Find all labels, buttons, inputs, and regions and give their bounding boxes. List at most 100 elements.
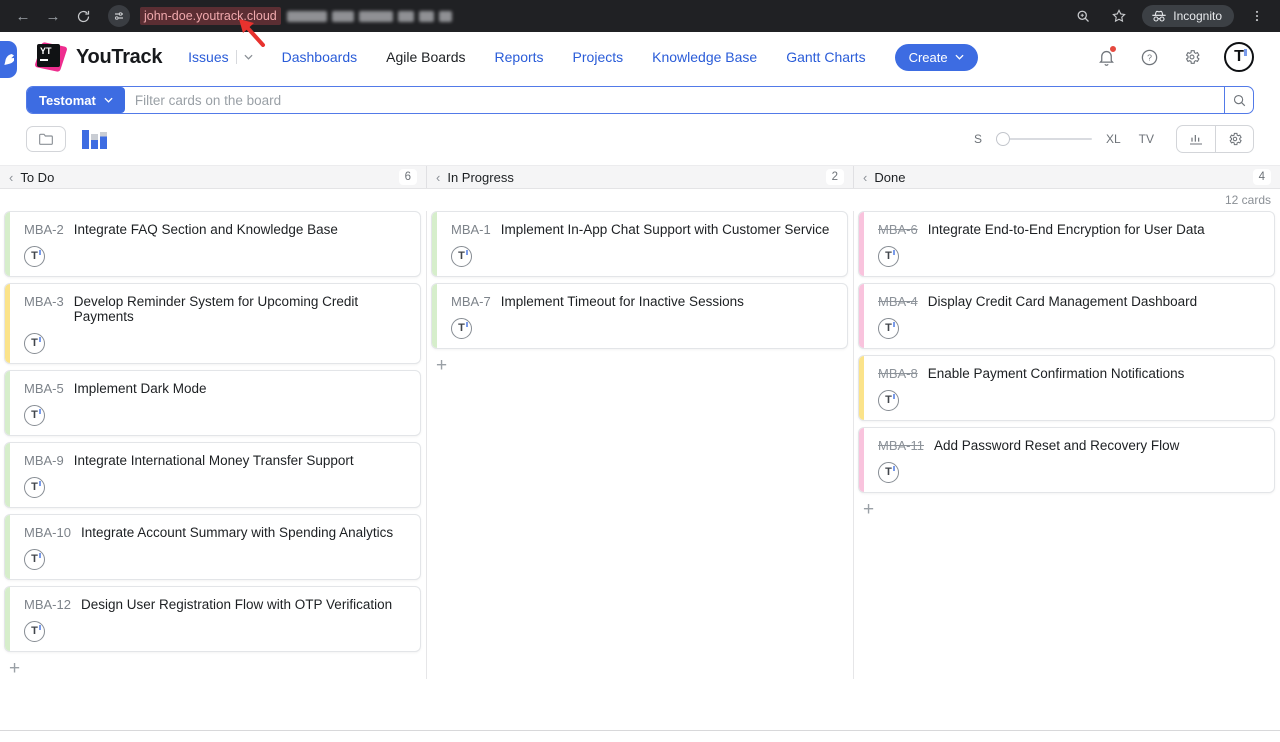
issue-title[interactable]: Implement In-App Chat Support with Custo…	[501, 222, 830, 237]
assignee-avatar[interactable]: T	[878, 390, 899, 411]
site-info-button[interactable]	[108, 5, 130, 27]
issue-title[interactable]: Implement Timeout for Inactive Sessions	[501, 294, 744, 309]
issue-card[interactable]: MBA-4 Display Credit Card Management Dash…	[858, 283, 1275, 349]
collapse-column-icon[interactable]: ‹	[863, 170, 867, 185]
issue-card[interactable]: MBA-3 Develop Reminder System for Upcomin…	[4, 283, 421, 364]
issue-id[interactable]: MBA-5	[24, 381, 64, 396]
issue-title[interactable]: Develop Reminder System for Upcoming Cre…	[74, 294, 408, 324]
chart-view-toggle[interactable]	[82, 129, 107, 149]
board-controls: S XL TV	[26, 125, 1254, 153]
user-avatar[interactable]: T	[1224, 42, 1254, 72]
search-icon	[1232, 93, 1247, 108]
assignee-avatar[interactable]: T	[24, 246, 45, 267]
column-header-todo[interactable]: ‹ To Do 6	[0, 166, 426, 188]
assignee-avatar[interactable]: T	[24, 621, 45, 642]
assignee-avatar[interactable]: T	[24, 477, 45, 498]
back-button[interactable]: ←	[10, 3, 36, 29]
add-card-button[interactable]: +	[436, 356, 447, 375]
nav-divider	[236, 50, 237, 64]
create-button[interactable]: Create	[895, 44, 978, 71]
issue-id[interactable]: MBA-12	[24, 597, 71, 612]
board-settings-button[interactable]	[1215, 126, 1253, 152]
forward-button[interactable]: →	[40, 3, 66, 29]
url-text[interactable]: john-doe.youtrack.cloud	[140, 7, 281, 25]
issue-card[interactable]: MBA-1 Implement In-App Chat Support with …	[431, 211, 848, 277]
burndown-chart-button[interactable]	[1177, 126, 1215, 152]
card-size-min-label: S	[974, 132, 982, 146]
zoom-button[interactable]	[1070, 3, 1096, 29]
bookmark-button[interactable]	[1106, 3, 1132, 29]
issue-card[interactable]: MBA-7 Implement Timeout for Inactive Sess…	[431, 283, 848, 349]
assignee-avatar[interactable]: T	[24, 405, 45, 426]
avatar-logo-accent	[1244, 49, 1247, 56]
issue-id[interactable]: MBA-4	[878, 294, 918, 309]
assignee-avatar[interactable]: T	[878, 318, 899, 339]
nav-reports[interactable]: Reports	[495, 49, 544, 65]
issue-card[interactable]: MBA-12 Design User Registration Flow with…	[4, 586, 421, 652]
tv-mode-button[interactable]: TV	[1139, 132, 1154, 146]
issue-title[interactable]: Integrate FAQ Section and Knowledge Base	[74, 222, 338, 237]
issue-id[interactable]: MBA-6	[878, 222, 918, 237]
issue-id[interactable]: MBA-2	[24, 222, 64, 237]
issue-card[interactable]: MBA-2 Integrate FAQ Section and Knowledge…	[4, 211, 421, 277]
add-card-button[interactable]: +	[9, 659, 20, 678]
chevron-down-icon[interactable]	[244, 54, 253, 60]
priority-stripe	[5, 587, 10, 651]
issue-id[interactable]: MBA-8	[878, 366, 918, 381]
card-size-slider[interactable]	[996, 132, 1092, 146]
column-header-done[interactable]: ‹ Done 4	[853, 166, 1280, 188]
testomat-logo: T	[31, 554, 38, 565]
extension-tab[interactable]	[0, 41, 17, 78]
issue-title[interactable]: Design User Registration Flow with OTP V…	[81, 597, 392, 612]
issue-title[interactable]: Integrate International Money Transfer S…	[74, 453, 354, 468]
backlog-button[interactable]	[26, 126, 66, 152]
chart-bar	[100, 132, 107, 149]
assignee-avatar[interactable]: T	[878, 462, 899, 483]
slider-knob[interactable]	[996, 132, 1010, 146]
issue-title[interactable]: Integrate End-to-End Encryption for User…	[928, 222, 1205, 237]
nav-agile-boards[interactable]: Agile Boards	[386, 49, 465, 65]
issue-id[interactable]: MBA-1	[451, 222, 491, 237]
issue-id[interactable]: MBA-10	[24, 525, 71, 540]
settings-button[interactable]	[1181, 46, 1203, 68]
add-card-button[interactable]: +	[863, 500, 874, 519]
assignee-avatar[interactable]: T	[24, 549, 45, 570]
card-size-max-label: XL	[1106, 132, 1121, 146]
assignee-avatar[interactable]: T	[878, 246, 899, 267]
issue-card[interactable]: MBA-10 Integrate Account Summary with Spe…	[4, 514, 421, 580]
filter-input[interactable]	[125, 87, 1224, 113]
nav-projects[interactable]: Projects	[573, 49, 624, 65]
issue-title[interactable]: Add Password Reset and Recovery Flow	[934, 438, 1179, 453]
issue-title[interactable]: Display Credit Card Management Dashboard	[928, 294, 1197, 309]
nav-gantt-charts[interactable]: Gantt Charts	[786, 49, 865, 65]
collapse-column-icon[interactable]: ‹	[436, 170, 440, 185]
browser-menu-button[interactable]	[1244, 3, 1270, 29]
search-button[interactable]	[1224, 87, 1253, 113]
issue-card[interactable]: MBA-11 Add Password Reset and Recovery Fl…	[858, 427, 1275, 493]
collapse-column-icon[interactable]: ‹	[9, 170, 13, 185]
assignee-avatar[interactable]: T	[24, 333, 45, 354]
issue-card[interactable]: MBA-5 Implement Dark Mode T	[4, 370, 421, 436]
nav-issues[interactable]: Issues	[188, 49, 228, 65]
issue-card[interactable]: MBA-6 Integrate End-to-End Encryption for…	[858, 211, 1275, 277]
issue-id[interactable]: MBA-7	[451, 294, 491, 309]
assignee-avatar[interactable]: T	[451, 246, 472, 267]
issue-title[interactable]: Enable Payment Confirmation Notification…	[928, 366, 1185, 381]
nav-knowledge-base[interactable]: Knowledge Base	[652, 49, 757, 65]
address-bar[interactable]: john-doe.youtrack.cloud	[140, 7, 1066, 25]
column-header-in-progress[interactable]: ‹ In Progress 2	[426, 166, 853, 188]
board-selector-button[interactable]: Testomat	[27, 87, 125, 113]
issue-id[interactable]: MBA-11	[878, 438, 924, 453]
help-button[interactable]: ?	[1138, 46, 1160, 68]
assignee-avatar[interactable]: T	[451, 318, 472, 339]
youtrack-logo[interactable]: YT YouTrack	[36, 42, 162, 72]
reload-button[interactable]	[70, 3, 96, 29]
issue-id[interactable]: MBA-9	[24, 453, 64, 468]
issue-card[interactable]: MBA-8 Enable Payment Confirmation Notific…	[858, 355, 1275, 421]
issue-card[interactable]: MBA-9 Integrate International Money Trans…	[4, 442, 421, 508]
notifications-button[interactable]	[1095, 46, 1117, 68]
issue-id[interactable]: MBA-3	[24, 294, 64, 309]
nav-dashboards[interactable]: Dashboards	[282, 49, 358, 65]
issue-title[interactable]: Integrate Account Summary with Spending …	[81, 525, 393, 540]
issue-title[interactable]: Implement Dark Mode	[74, 381, 207, 396]
